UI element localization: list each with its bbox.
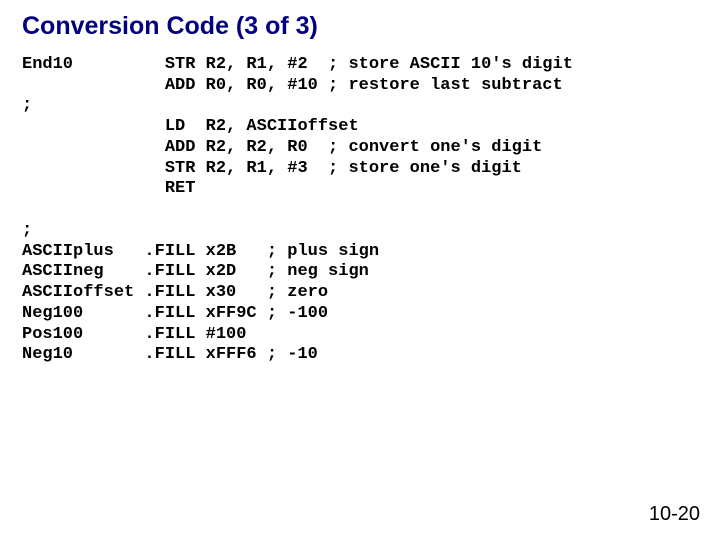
- slide-title: Conversion Code (3 of 3): [22, 12, 698, 41]
- page-number: 10-20: [649, 503, 700, 526]
- code-block: End10 STR R2, R1, #2 ; store ASCII 10's …: [22, 55, 698, 366]
